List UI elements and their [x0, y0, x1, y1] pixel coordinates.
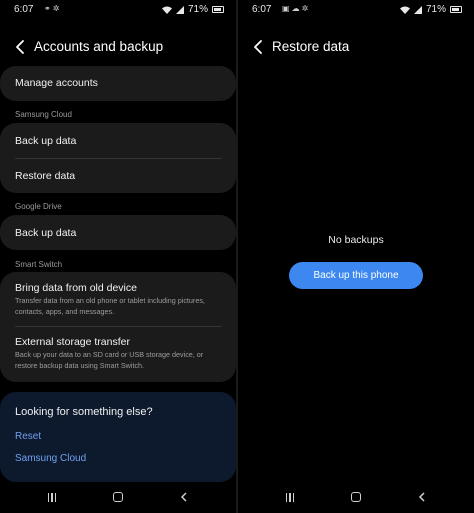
- back-icon[interactable]: [176, 487, 192, 507]
- samsung-cloud-card: Back up data Restore data: [0, 123, 236, 193]
- status-right: 71%: [399, 4, 462, 15]
- manage-accounts-label: Manage accounts: [15, 77, 98, 89]
- settings-icon: ✲: [52, 4, 62, 13]
- samsung-restore-item[interactable]: Restore data: [15, 170, 75, 182]
- section-smart-switch: Smart Switch: [15, 260, 63, 269]
- status-bar: 6:07 ⚭✲ 71%: [0, 0, 236, 20]
- samsung-cloud-link[interactable]: Samsung Cloud: [15, 453, 86, 464]
- recents-icon[interactable]: [44, 487, 60, 507]
- accounts-and-backup-screen: 6:07 ⚭✲ 71% Accounts and backup Manage a…: [0, 0, 236, 513]
- divider: [15, 158, 222, 159]
- page-title: Accounts and backup: [34, 39, 164, 54]
- back-icon[interactable]: [414, 487, 430, 507]
- home-icon[interactable]: [348, 487, 364, 507]
- notification-icons: ⚭✲: [44, 4, 61, 13]
- status-time: 6:07: [14, 4, 34, 15]
- home-icon[interactable]: [110, 487, 126, 507]
- bring-data-title: Bring data from old device: [15, 282, 137, 294]
- navigation-bar: [238, 483, 474, 513]
- divider: [15, 326, 222, 327]
- back-arrow-icon[interactable]: [250, 36, 268, 58]
- page-title: Restore data: [272, 39, 350, 54]
- bring-data-description: Transfer data from an old phone or table…: [15, 296, 205, 316]
- section-google-drive: Google Drive: [15, 202, 62, 211]
- samsung-backup-item[interactable]: Back up data: [15, 135, 76, 147]
- google-backup-item: Back up data: [15, 227, 77, 239]
- image-icon: ▣: [282, 4, 292, 13]
- battery-icon: [450, 6, 462, 13]
- restore-data-screen: 6:07 ▣☁✲ 71% Restore data No backups Bac…: [238, 0, 474, 513]
- settings-icon: ✲: [301, 4, 311, 13]
- external-storage-title: External storage transfer: [15, 336, 130, 348]
- battery-percent: 71%: [425, 4, 446, 15]
- back-arrow-icon[interactable]: [12, 36, 30, 58]
- status-time: 6:07: [252, 4, 272, 15]
- smart-switch-card: Bring data from old device Transfer data…: [0, 272, 236, 382]
- cloud-icon: ☁: [291, 4, 302, 13]
- status-right: 71%: [161, 4, 224, 15]
- help-question: Looking for something else?: [15, 406, 153, 418]
- help-card: Looking for something else? Reset Samsun…: [0, 392, 236, 482]
- screen-header: Accounts and backup: [0, 34, 236, 60]
- wifi-icon: [399, 6, 410, 14]
- signal-icon: [175, 5, 184, 14]
- google-drive-card[interactable]: Back up data: [0, 215, 236, 250]
- reset-link[interactable]: Reset: [15, 431, 41, 442]
- battery-icon: [212, 6, 224, 13]
- back-up-this-phone-button[interactable]: Back up this phone: [289, 262, 423, 289]
- notification-icons: ▣☁✲: [282, 4, 310, 13]
- signal-icon: [413, 5, 422, 14]
- wifi-icon: [161, 6, 172, 14]
- link-icon: ⚭: [44, 4, 53, 13]
- external-storage-description: Back up your data to an SD card or USB s…: [15, 350, 204, 370]
- section-samsung-cloud: Samsung Cloud: [15, 110, 72, 119]
- screen-header: Restore data: [238, 34, 474, 60]
- battery-percent: 71%: [187, 4, 208, 15]
- status-bar: 6:07 ▣☁✲ 71%: [238, 0, 474, 20]
- navigation-bar: [0, 483, 236, 513]
- recents-icon[interactable]: [282, 487, 298, 507]
- manage-accounts-card[interactable]: Manage accounts: [0, 66, 236, 101]
- empty-state-message: No backups: [328, 234, 384, 246]
